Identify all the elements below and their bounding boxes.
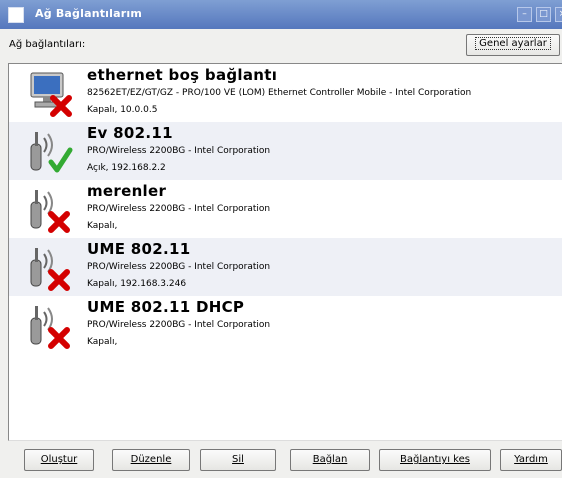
general-settings-button[interactable]: Genel ayarlar <box>466 34 560 56</box>
connection-title: Ev 802.11 <box>87 124 173 142</box>
edit-button[interactable]: Düzenle <box>112 449 190 471</box>
connection-description: 82562ET/EZ/GT/GZ - PRO/100 VE (LOM) Ethe… <box>87 88 472 98</box>
connection-item-merenler[interactable]: merenler PRO/Wireless 2200BG - Intel Cor… <box>9 180 562 238</box>
maximize-button[interactable]: □ <box>536 7 551 22</box>
connection-title: UME 802.11 <box>87 240 191 258</box>
connection-title: UME 802.11 DHCP <box>87 298 245 316</box>
disconnect-button[interactable]: Bağlantıyı kes <box>379 449 491 471</box>
connection-status: Kapalı, 192.168.3.246 <box>87 279 187 289</box>
connection-item-ev-80211[interactable]: Ev 802.11 PRO/Wireless 2200BG - Intel Co… <box>9 122 562 180</box>
computer-icon <box>30 72 72 117</box>
connect-button-label: Bağlan <box>312 454 348 465</box>
connect-button[interactable]: Bağlan <box>290 449 370 471</box>
create-button-label: Oluştur <box>40 454 78 465</box>
create-button[interactable]: Oluştur <box>24 449 94 471</box>
connection-description: PRO/Wireless 2200BG - Intel Corporation <box>87 262 271 272</box>
edit-button-label: Düzenle <box>130 454 172 465</box>
button-bar: Oluştur Düzenle Sil Bağlan Bağlantıyı ke… <box>0 441 562 478</box>
connection-description: PRO/Wireless 2200BG - Intel Corporation <box>87 320 271 330</box>
connection-description: PRO/Wireless 2200BG - Intel Corporation <box>87 204 271 214</box>
disconnect-button-label: Bağlantıyı kes <box>400 454 470 465</box>
connection-description: PRO/Wireless 2200BG - Intel Corporation <box>87 146 271 156</box>
connection-title: merenler <box>87 182 167 200</box>
connection-item-ethernet[interactable]: ethernet boş bağlantı 82562ET/EZ/GT/GZ -… <box>9 64 562 122</box>
connection-list[interactable]: ethernet boş bağlantı 82562ET/EZ/GT/GZ -… <box>8 63 562 441</box>
app-icon <box>8 7 24 23</box>
connection-status: Açık, 192.168.2.2 <box>87 163 166 173</box>
wireless-icon <box>30 306 70 349</box>
wireless-icon <box>30 248 70 291</box>
network-connections-window: Ağ Bağlantılarım – □ × Ağ bağlantıları: … <box>0 0 562 478</box>
connections-label: Ağ bağlantıları: <box>9 39 86 50</box>
close-button[interactable]: × <box>555 7 562 22</box>
connection-item-ume-80211-dhcp[interactable]: UME 802.11 DHCP PRO/Wireless 2200BG - In… <box>9 296 562 354</box>
help-button[interactable]: Yardım <box>500 449 562 471</box>
help-button-label: Yardım <box>514 454 548 465</box>
connection-status: Kapalı, <box>87 337 118 347</box>
header-row: Ağ bağlantıları: Genel ayarlar <box>0 29 562 63</box>
window-title: Ağ Bağlantılarım <box>35 7 143 20</box>
delete-button-label: Sil <box>232 454 244 465</box>
minimize-button[interactable]: – <box>517 7 532 22</box>
delete-button[interactable]: Sil <box>200 449 276 471</box>
wireless-icon <box>30 132 73 173</box>
connection-status: Kapalı, 10.0.0.5 <box>87 105 158 115</box>
connection-status: Kapalı, <box>87 221 118 231</box>
general-settings-label: Genel ayarlar <box>475 37 551 50</box>
wireless-icon <box>30 190 70 233</box>
connection-item-ume-80211[interactable]: UME 802.11 PRO/Wireless 2200BG - Intel C… <box>9 238 562 296</box>
connection-title: ethernet boş bağlantı <box>87 66 278 84</box>
title-bar[interactable]: Ağ Bağlantılarım – □ × <box>0 0 562 29</box>
